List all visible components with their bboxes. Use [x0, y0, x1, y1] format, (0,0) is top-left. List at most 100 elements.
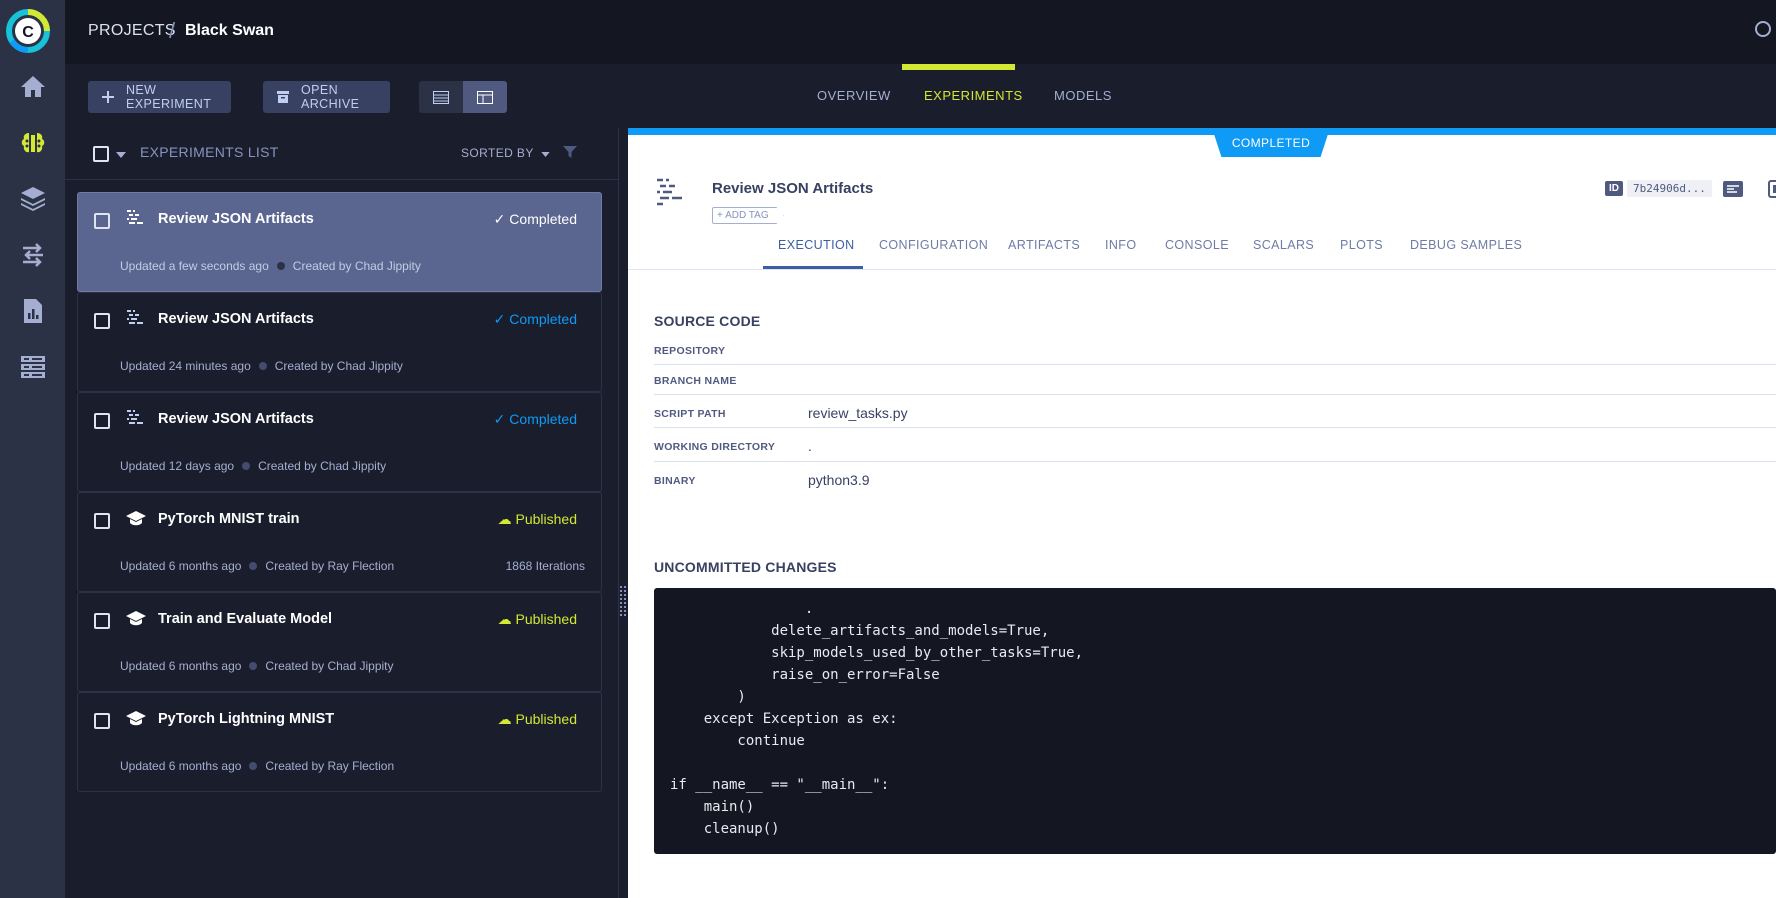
source-key: BRANCH NAME: [654, 375, 737, 387]
server-icon: [20, 356, 45, 378]
tab-artifacts[interactable]: ARTIFACTS: [1008, 238, 1080, 252]
source-value: .: [808, 438, 812, 454]
experiment-name: Review JSON Artifacts: [158, 411, 314, 427]
details-view-button[interactable]: [463, 81, 507, 113]
experiment-checkbox[interactable]: [94, 613, 110, 629]
check-icon: ✓: [493, 311, 510, 327]
nav-models[interactable]: [0, 170, 65, 226]
experiment-checkbox[interactable]: [94, 413, 110, 429]
source-key: WORKING DIRECTORY: [654, 441, 776, 453]
open-archive-button[interactable]: OPEN ARCHIVE: [263, 81, 390, 113]
created-by-text: Created by Chad Jippity: [265, 659, 394, 673]
splitter-grip-handle[interactable]: [620, 586, 626, 616]
training-icon: [126, 709, 146, 732]
experiment-meta: Updated 12 days ago Created by Chad Jippi…: [120, 459, 386, 473]
experiment-checkbox[interactable]: [94, 513, 110, 529]
brain-icon: [21, 133, 44, 153]
layers-icon: [20, 187, 45, 211]
meta-dot: [249, 662, 258, 670]
breadcrumb-separator: /: [169, 18, 176, 43]
sorted-by-label: SORTED BY: [461, 146, 534, 160]
source-key: BINARY: [654, 475, 696, 487]
experiment-card[interactable]: Train and Evaluate Model ☁ Published Upd…: [77, 592, 602, 692]
select-all-checkbox[interactable]: [93, 146, 109, 162]
check-icon: ✓: [493, 411, 510, 427]
nav-workers-queues[interactable]: [0, 339, 65, 395]
home-icon: [20, 76, 45, 97]
tab-overview[interactable]: OVERVIEW: [817, 88, 891, 103]
tab-debug-samples[interactable]: DEBUG SAMPLES: [1410, 238, 1522, 252]
updated-text: Updated 24 minutes ago: [120, 359, 251, 373]
breadcrumb-current-project: Black Swan: [185, 22, 274, 39]
experiment-meta: Updated 6 months ago Created by Ray Flect…: [120, 559, 394, 573]
experiments-list-header: EXPERIMENTS LIST SORTED BY: [65, 128, 618, 180]
nav-home[interactable]: [0, 58, 65, 114]
table-view-button[interactable]: [419, 81, 463, 113]
tab-execution[interactable]: EXECUTION: [778, 238, 855, 252]
source-row-script-path: SCRIPT PATH review_tasks.py: [654, 395, 1776, 428]
cloud-icon: ☁: [497, 511, 516, 527]
experiment-meta: Updated a few seconds ago Created by Chad…: [120, 259, 421, 273]
updated-text: Updated 12 days ago: [120, 459, 235, 473]
experiment-card[interactable]: Review JSON Artifacts ✓ Completed Update…: [77, 192, 602, 292]
id-label: ID: [1605, 181, 1623, 196]
created-by-text: Created by Ray Flection: [265, 759, 395, 773]
experiment-id-badge[interactable]: ID 7b24906d...: [1605, 180, 1712, 197]
experiment-meta: Updated 6 months ago Created by Chad Jipp…: [120, 659, 394, 673]
sorted-by-dropdown[interactable]: SORTED BY: [461, 146, 550, 160]
experiment-card[interactable]: PyTorch MNIST train ☁ Published Updated …: [77, 492, 602, 592]
maximize-icon[interactable]: [1768, 180, 1776, 198]
tab-configuration[interactable]: CONFIGURATION: [879, 238, 988, 252]
tab-plots[interactable]: PLOTS: [1340, 238, 1383, 252]
source-row-binary: BINARY python3.9: [654, 462, 1776, 496]
nav-pipelines[interactable]: [0, 227, 65, 283]
search-icon[interactable]: [1754, 20, 1776, 42]
experiment-card[interactable]: Review JSON Artifacts ✓ Completed Update…: [77, 292, 602, 392]
experiment-checkbox[interactable]: [94, 713, 110, 729]
status-text: Published: [515, 511, 578, 527]
tab-scalars[interactable]: SCALARS: [1253, 238, 1314, 252]
details-view-icon: [477, 90, 493, 104]
experiment-name: Review JSON Artifacts: [158, 311, 314, 327]
source-value: python3.9: [808, 472, 870, 488]
top-header: PROJECTS / Black Swan: [65, 0, 1776, 64]
experiment-checkbox[interactable]: [94, 313, 110, 329]
filter-icon[interactable]: [563, 145, 577, 159]
experiment-title: Review JSON Artifacts: [712, 180, 874, 197]
uncommitted-changes-code[interactable]: . delete_artifacts_and_models=True, skip…: [654, 588, 1776, 854]
add-tag-button[interactable]: + ADD TAG: [712, 207, 784, 224]
nav-reports[interactable]: [0, 283, 65, 339]
source-value: review_tasks.py: [808, 405, 908, 421]
new-experiment-label: NEW EXPERIMENT: [126, 83, 212, 111]
updated-text: Updated a few seconds ago: [120, 259, 269, 273]
status-text: Published: [515, 711, 578, 727]
tab-info[interactable]: INFO: [1105, 238, 1136, 252]
nav-experiments[interactable]: [0, 115, 65, 171]
updated-text: Updated 6 months ago: [120, 659, 242, 673]
meta-dot: [249, 762, 258, 770]
tab-experiments[interactable]: EXPERIMENTS: [924, 88, 1023, 103]
sort-chevron-icon: [541, 152, 550, 157]
created-by-text: Created by Chad Jippity: [292, 259, 421, 273]
experiment-status: ☁ Published: [498, 611, 577, 628]
info-panel-icon[interactable]: [1722, 180, 1744, 198]
new-experiment-button[interactable]: NEW EXPERIMENT: [88, 81, 231, 113]
breadcrumb-projects[interactable]: PROJECTS: [88, 22, 176, 40]
data-processing-icon: [126, 409, 144, 432]
cloud-icon: ☁: [497, 711, 516, 727]
experiment-card[interactable]: Review JSON Artifacts ✓ Completed Update…: [77, 392, 602, 492]
tabs-divider: [628, 269, 1776, 270]
experiment-status: ✓ Completed: [494, 311, 577, 328]
cloud-icon: ☁: [497, 611, 516, 627]
experiment-card[interactable]: PyTorch Lightning MNIST ☁ Published Upda…: [77, 692, 602, 792]
app-logo[interactable]: C: [6, 9, 50, 53]
active-main-tab-indicator: [902, 64, 1015, 70]
experiments-list-title: EXPERIMENTS LIST: [140, 144, 279, 160]
source-row-branch: BRANCH NAME: [654, 365, 1776, 395]
experiment-checkbox[interactable]: [94, 213, 110, 229]
tab-models[interactable]: MODELS: [1054, 88, 1112, 103]
tab-console[interactable]: CONSOLE: [1165, 238, 1229, 252]
panel-splitter[interactable]: [618, 128, 628, 898]
chevron-down-icon[interactable]: [116, 152, 126, 158]
experiment-status: ☁ Published: [498, 511, 577, 528]
